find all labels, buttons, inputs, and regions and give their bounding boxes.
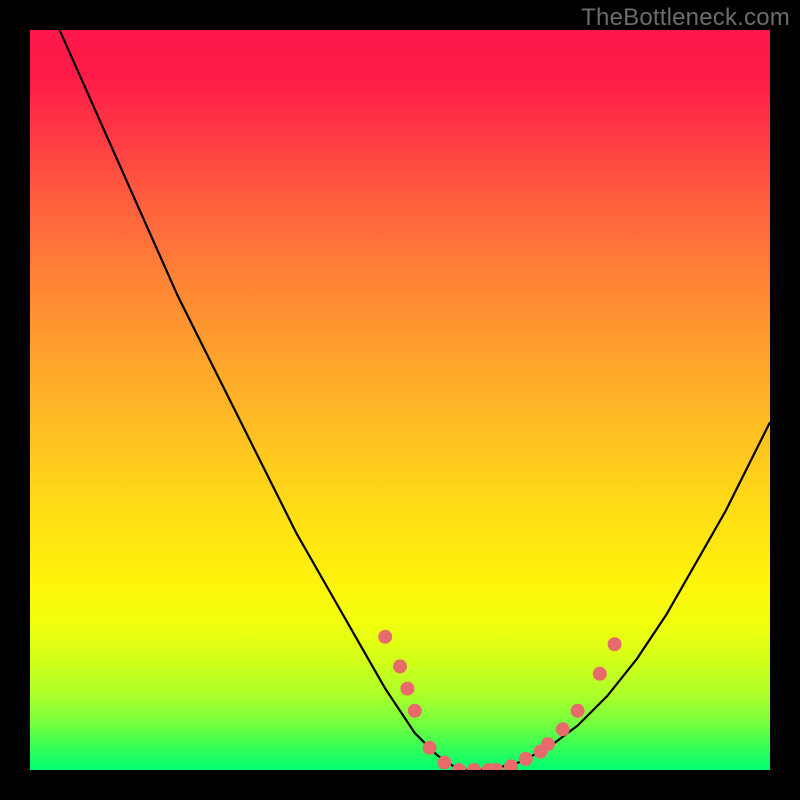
emphasis-dot <box>608 637 622 651</box>
curve-line <box>30 30 770 770</box>
emphasis-dot <box>452 763 466 770</box>
watermark-text: TheBottleneck.com <box>581 4 790 32</box>
emphasis-dot <box>437 756 451 770</box>
emphasis-dot <box>571 704 585 718</box>
emphasis-dots-group <box>378 630 621 770</box>
chart-frame: TheBottleneck.com <box>0 0 800 800</box>
emphasis-dot <box>467 763 481 770</box>
emphasis-dot <box>556 722 570 736</box>
bottleneck-curve-path <box>30 30 770 770</box>
emphasis-dot <box>378 630 392 644</box>
emphasis-dot <box>519 752 533 766</box>
emphasis-dot <box>541 737 555 751</box>
emphasis-dot <box>393 659 407 673</box>
emphasis-dot <box>593 667 607 681</box>
emphasis-dot <box>408 704 422 718</box>
emphasis-dot <box>504 759 518 770</box>
plot-area <box>30 30 770 770</box>
emphasis-dot <box>423 741 437 755</box>
emphasis-dot <box>400 682 414 696</box>
curve-svg <box>30 30 770 770</box>
